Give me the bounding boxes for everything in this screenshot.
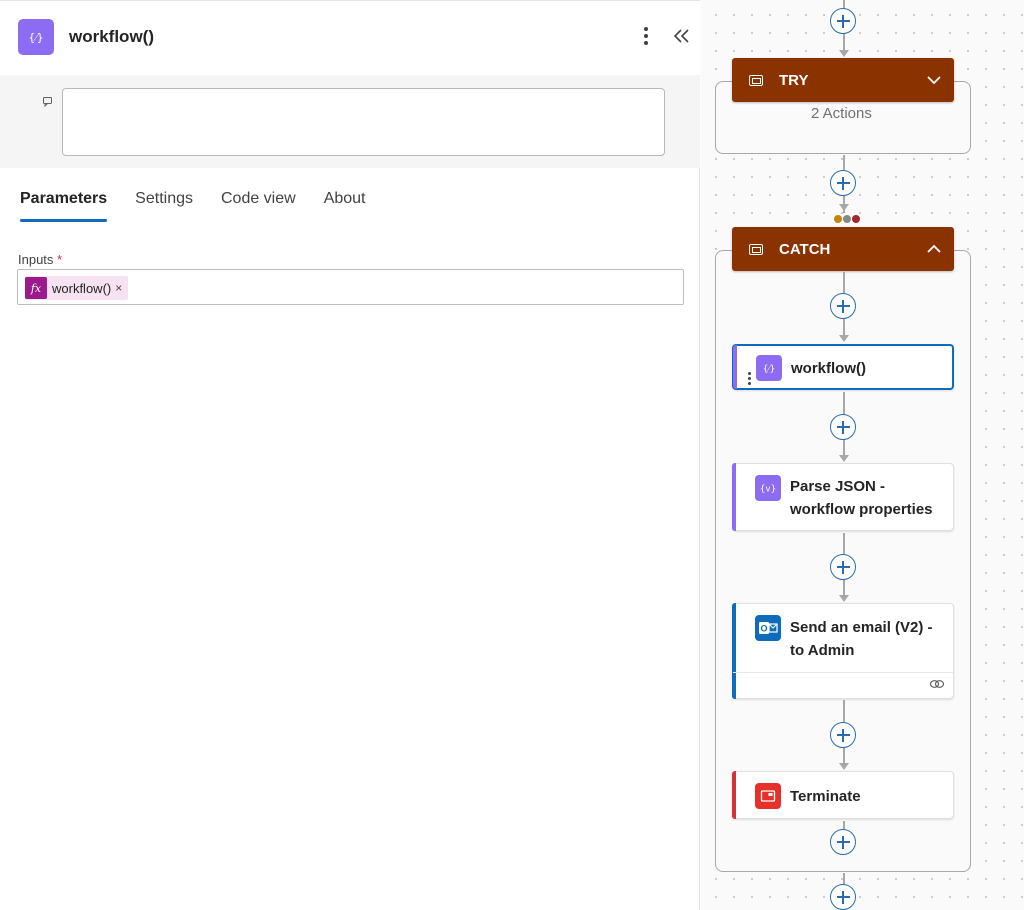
inputs-label: Inputs * [18,252,62,267]
panel-title[interactable]: workflow() [69,27,154,47]
action-card-send-email[interactable]: O Send an email (V2) - to Admin [732,603,954,699]
expression-icon: {⁄} [18,19,54,55]
add-step-button[interactable] [830,293,856,319]
remove-token-button[interactable]: × [115,281,122,295]
action-title: Terminate [790,788,861,805]
connector-arrow [839,50,849,57]
panel-tabs: Parameters Settings Code view About [20,190,394,226]
try-scope-header[interactable]: TRY [732,58,954,102]
connector-arrow [839,595,849,602]
run-after-indicator[interactable] [834,215,860,223]
more-options-icon[interactable] [636,23,656,49]
card-accent [732,463,736,531]
action-title: workflow() [791,360,866,377]
add-step-button[interactable] [830,554,856,580]
connector-arrow [839,335,849,342]
svg-text:{v}: {v} [760,485,776,495]
tab-about[interactable]: About [324,190,366,222]
chevron-up-icon[interactable] [926,241,942,257]
tab-code-view[interactable]: Code view [221,190,296,222]
tab-settings[interactable]: Settings [135,190,193,222]
connector-arrow [839,455,849,462]
comment-icon [42,95,54,108]
expression-token[interactable]: fx workflow() × [25,276,129,300]
link-icon[interactable] [929,678,945,690]
run-after-dot [843,215,851,223]
run-after-dot [834,215,842,223]
description-area [0,75,700,168]
card-accent [732,771,736,819]
add-step-button[interactable] [830,884,856,910]
action-details-panel: {⁄} workflow() Parameters Settings Code … [0,0,700,910]
outlook-icon: O [755,615,781,641]
card-divider [733,672,953,673]
scope-icon [749,74,763,86]
drag-handle-icon[interactable] [748,372,751,385]
try-action-count: 2 Actions [811,105,872,122]
connector-arrow [839,763,849,770]
run-after-dot [852,215,860,223]
card-accent [732,603,736,699]
svg-text:{⁄}: {⁄} [763,365,775,375]
parse-json-icon: {v} [755,475,781,501]
action-card-terminate[interactable]: Terminate [732,771,954,819]
add-step-button[interactable] [830,8,856,34]
terminate-icon [755,783,781,809]
add-step-button[interactable] [830,170,856,196]
collapse-panel-icon[interactable] [672,25,692,47]
action-title: Send an email (V2) - to Admin [790,616,933,662]
token-text: workflow() [52,280,112,296]
inputs-field[interactable]: fx workflow() × [17,269,684,305]
scope-icon [749,243,763,255]
add-step-button[interactable] [830,829,856,855]
inputs-label-text: Inputs [18,252,54,267]
function-icon: fx [25,277,47,299]
tab-parameters[interactable]: Parameters [20,190,108,222]
action-title: Parse JSON - workflow properties [790,475,933,521]
action-title-line: Send an email (V2) - [790,619,933,636]
catch-scope-title: CATCH [779,240,831,258]
card-accent [733,345,737,389]
add-step-button[interactable] [830,414,856,440]
designer-canvas[interactable]: TRY 2 Actions CATCH {⁄} workflow() {v} P… [701,0,1024,910]
add-step-button[interactable] [830,722,856,748]
action-title-line: to Admin [790,642,855,659]
chevron-down-icon[interactable] [926,72,942,88]
connector-arrow [839,204,849,211]
svg-text:{⁄}: {⁄} [28,31,43,44]
catch-scope-header[interactable]: CATCH [732,227,954,271]
required-marker: * [57,252,63,267]
svg-text:O: O [760,624,767,634]
action-title-line: Parse JSON - [790,478,886,495]
action-card-workflow[interactable]: {⁄} workflow() [732,344,954,390]
panel-header: {⁄} workflow() [0,0,700,75]
action-title-line: workflow properties [790,501,933,518]
try-scope-title: TRY [779,71,809,89]
description-input[interactable] [62,88,665,156]
action-card-parse-json[interactable]: {v} Parse JSON - workflow properties [732,463,954,531]
expression-icon: {⁄} [756,355,782,381]
